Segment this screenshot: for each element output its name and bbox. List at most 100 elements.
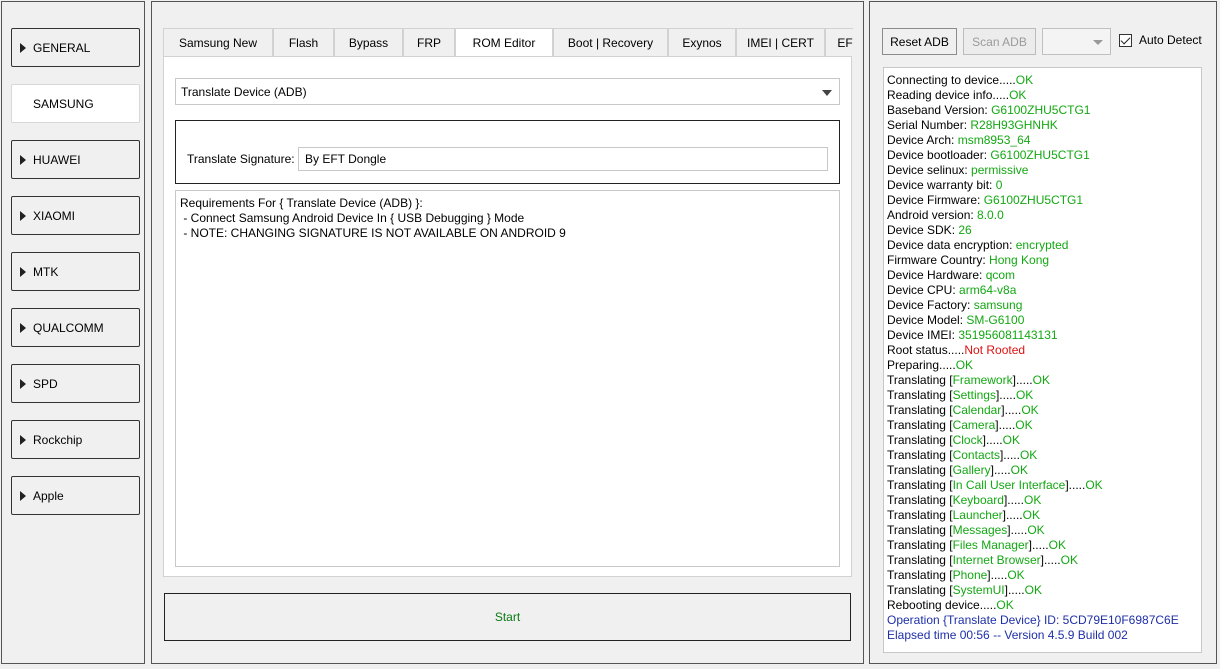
operation-select-value: Translate Device (ADB) [181, 84, 307, 99]
log-segment: Rebooting device..... [887, 598, 997, 612]
requirements-textbox[interactable]: Requirements For { Translate Device (ADB… [175, 190, 840, 567]
log-segment: Translating [ [887, 508, 953, 522]
log-segment: Device Factory: [887, 298, 974, 312]
log-segment: ]..... [987, 568, 1008, 582]
log-line: Device data encryption: encrypted [887, 238, 1198, 253]
log-line: Elapsed time 00:56 -- Version 4.5.9 Buil… [887, 628, 1198, 643]
caret-right-icon [20, 210, 26, 221]
port-select[interactable] [1042, 28, 1111, 55]
log-output[interactable]: Connecting to device.....OK Reading devic… [883, 67, 1202, 653]
sidebar-item-spd[interactable]: SPD [11, 364, 140, 403]
log-segment: encrypted [1015, 238, 1069, 252]
log-segment: Translating [ [887, 448, 953, 462]
log-line: Connecting to device.....OK [887, 73, 1198, 88]
log-segment: Translating [ [887, 373, 953, 387]
log-segment: SystemUI [952, 583, 1005, 597]
log-segment: ]..... [1012, 373, 1033, 387]
log-segment: Files Manager [952, 538, 1029, 552]
log-segment: ]..... [990, 463, 1011, 477]
scan-adb-button[interactable]: Scan ADB [963, 28, 1036, 55]
tab-label: Samsung New [178, 35, 258, 50]
log-segment: OK [1015, 418, 1033, 432]
log-segment: OK [1027, 523, 1045, 537]
signature-group: Translate Signature: By EFT Dongle [175, 120, 840, 184]
log-line: Device Arch: msm8953_64 [887, 133, 1198, 148]
log-segment: Device SDK: [887, 223, 959, 237]
operation-select[interactable]: Translate Device (ADB) [175, 78, 840, 105]
sidebar-item-xiaomi[interactable]: XIAOMI [11, 196, 140, 235]
log-line: Translating [Messages].....OK [887, 523, 1198, 538]
sidebar-item-qualcomm[interactable]: QUALCOMM [11, 308, 140, 347]
main-panel: Samsung New Flash Bypass FRP ROM Editor Boot … [151, 1, 864, 664]
log-line: Device selinux: permissive [887, 163, 1198, 178]
log-segment: Preparing..... [887, 358, 956, 372]
chevron-down-icon [822, 90, 832, 96]
signature-input[interactable]: By EFT Dongle [298, 147, 828, 171]
log-segment: Connecting to device..... [887, 73, 1016, 87]
sidebar-item-huawei[interactable]: HUAWEI [11, 140, 140, 179]
signature-input-value: By EFT Dongle [305, 152, 387, 166]
log-segment: OK [1048, 538, 1066, 552]
checkmark-icon [1120, 34, 1131, 44]
log-segment: ]..... [995, 418, 1016, 432]
tab-boot-recovery[interactable]: Boot | Recovery [553, 28, 668, 56]
sidebar-item-apple[interactable]: Apple [11, 476, 140, 515]
start-button[interactable]: Start [164, 593, 851, 641]
log-line: Device Factory: samsung [887, 298, 1198, 313]
log-panel: Reset ADB Scan ADB Auto Detect Connectin… [869, 1, 1217, 664]
log-segment: ]..... [1065, 478, 1086, 492]
log-segment: qcom [985, 268, 1016, 282]
tab-flash[interactable]: Flash [273, 28, 334, 56]
tab-rom-editor[interactable]: ROM Editor [455, 28, 553, 56]
sidebar-item-rockchip[interactable]: Rockchip [11, 420, 140, 459]
log-segment: Operation {Translate Device} ID: 5CD79E1… [887, 613, 1179, 627]
log-segment: ]..... [1002, 508, 1023, 522]
sidebar-item-mtk[interactable]: MTK [11, 252, 140, 291]
rom-editor-tab-content: Translate Device (ADB) Translate Signatu… [163, 56, 852, 577]
log-line: Preparing.....OK [887, 358, 1198, 373]
log-segment: Phone [952, 568, 988, 582]
log-segment: Elapsed time 00:56 -- Version 4.5.9 Buil… [887, 628, 1128, 642]
tab-label: IMEI | CERT [747, 35, 814, 50]
log-segment: Clock [952, 433, 983, 447]
auto-detect-checkbox[interactable]: Auto Detect [1119, 33, 1202, 47]
signature-label: Translate Signature: [187, 152, 295, 166]
log-segment: Device warranty bit: [887, 178, 996, 192]
log-segment: R28H93GHNHK [970, 118, 1058, 132]
sidebar-item-samsung[interactable]: SAMSUNG [11, 84, 140, 123]
log-segment: ]..... [1007, 523, 1028, 537]
tab-bypass[interactable]: Bypass [334, 28, 403, 56]
sidebar-item-label: GENERAL [33, 40, 91, 55]
log-line: Reading device info.....OK [887, 88, 1198, 103]
tab-ef[interactable]: EF [825, 28, 853, 56]
log-segment: OK [1002, 433, 1020, 447]
log-segment: OK [955, 358, 974, 372]
chevron-down-icon [1093, 40, 1103, 45]
log-line: Translating [Keyboard].....OK [887, 493, 1198, 508]
log-line: Device SDK: 26 [887, 223, 1198, 238]
tab-imei-cert[interactable]: IMEI | CERT [736, 28, 825, 56]
log-segment: Not Rooted [964, 343, 1026, 357]
log-segment: OK [1019, 448, 1038, 462]
sidebar-item-general[interactable]: GENERAL [11, 28, 140, 67]
log-segment: Device bootloader: [887, 148, 991, 162]
log-segment: Translating [ [887, 418, 953, 432]
log-segment: arm64-v8a [959, 283, 1017, 297]
log-segment: OK [1032, 373, 1050, 387]
log-segment: Launcher [952, 508, 1003, 522]
log-line: Rebooting device.....OK [887, 598, 1198, 613]
log-segment: OK [1021, 403, 1039, 417]
log-line: Translating [In Call User Interface]....… [887, 478, 1198, 493]
tab-exynos[interactable]: Exynos [668, 28, 736, 56]
sidebar-item-label: QUALCOMM [33, 320, 104, 335]
log-segment: Gallery [952, 463, 991, 477]
reset-adb-button[interactable]: Reset ADB [882, 28, 957, 55]
tab-frp[interactable]: FRP [403, 28, 455, 56]
log-line: Operation {Translate Device} ID: 5CD79E1… [887, 613, 1198, 628]
log-segment: ]..... [1003, 493, 1024, 507]
checkbox-box[interactable] [1119, 33, 1132, 47]
tab-label: Boot | Recovery [567, 35, 654, 50]
tab-samsung-new[interactable]: Samsung New [163, 28, 273, 56]
log-segment: OK [1007, 568, 1025, 582]
log-segment: ]..... [1001, 403, 1022, 417]
